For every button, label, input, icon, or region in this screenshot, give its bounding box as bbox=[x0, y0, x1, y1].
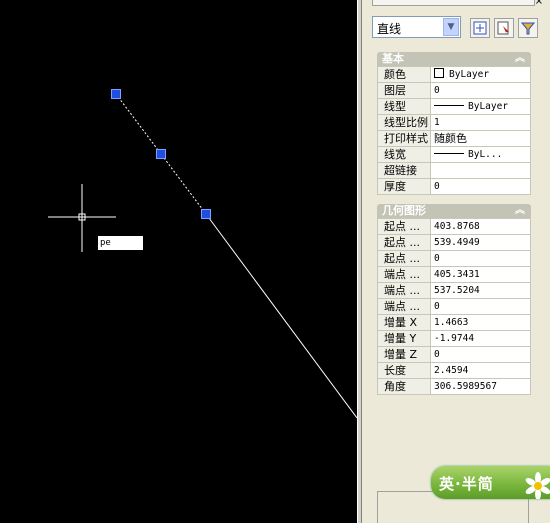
property-name: 长度 bbox=[381, 362, 431, 379]
property-name: 端点 ... bbox=[381, 282, 431, 299]
property-name: 起点 ... bbox=[381, 218, 431, 235]
property-row[interactable]: 角度 306.5989567 bbox=[377, 378, 531, 395]
ime-status-bar[interactable]: 英·半简 bbox=[431, 466, 550, 499]
property-value[interactable]: 306.5989567 bbox=[430, 378, 531, 395]
properties-panel: × 直线 ▼ 基本 ︽ 颜色 ByLayer 图层 0 线型 ByLayer 线型比例… bbox=[362, 0, 550, 523]
property-value[interactable]: 0 bbox=[430, 82, 531, 99]
property-row[interactable]: 端点 ... 0 bbox=[377, 298, 531, 315]
section-title: 几何图形 bbox=[382, 204, 426, 217]
property-name: 起点 ... bbox=[381, 250, 431, 267]
grip-start[interactable] bbox=[111, 89, 121, 99]
property-name: 线型比例 bbox=[381, 114, 431, 131]
property-row[interactable]: 超链接 bbox=[377, 162, 531, 179]
ime-mode-label: 英·半简 bbox=[439, 475, 494, 493]
property-row[interactable]: 增量 Y -1.9744 bbox=[377, 330, 531, 347]
flower-icon bbox=[525, 472, 550, 499]
property-row[interactable]: 长度 2.4594 bbox=[377, 362, 531, 379]
property-row[interactable]: 打印样式 随颜色 bbox=[377, 130, 531, 147]
section-header-general[interactable]: 基本 ︽ bbox=[377, 52, 531, 66]
property-row[interactable]: 增量 Z0 bbox=[377, 346, 531, 363]
select-objects-icon bbox=[497, 21, 509, 35]
pickadd-icon bbox=[473, 21, 487, 35]
property-name: 打印样式 bbox=[381, 130, 431, 147]
property-value[interactable]: 0 bbox=[430, 346, 531, 363]
color-swatch-icon bbox=[434, 67, 444, 78]
property-value-text: ByLayer bbox=[449, 68, 490, 80]
property-row[interactable]: 起点 ... 539.4949 bbox=[377, 234, 531, 251]
property-row[interactable]: 线宽 ByL... bbox=[377, 146, 531, 163]
property-value[interactable] bbox=[430, 162, 531, 179]
collapse-chevron-icon[interactable]: ︽ bbox=[515, 52, 525, 66]
property-name: 起点 ... bbox=[381, 234, 431, 251]
property-value[interactable]: 405.3431 bbox=[430, 266, 531, 283]
property-row[interactable]: 端点 ... 405.3431 bbox=[377, 266, 531, 283]
property-value[interactable]: -1.9744 bbox=[430, 330, 531, 347]
property-value-text: ByLayer bbox=[468, 100, 509, 112]
property-name: 厚度 bbox=[381, 178, 431, 195]
property-name: 颜色 bbox=[381, 66, 431, 83]
property-name: 增量 Z bbox=[381, 346, 431, 363]
property-row[interactable]: 起点 ... 0 bbox=[377, 250, 531, 267]
property-row[interactable]: 厚度 0 bbox=[377, 178, 531, 195]
property-name: 超链接 bbox=[381, 162, 431, 179]
grip-end[interactable] bbox=[201, 209, 211, 219]
property-row[interactable]: 图层 0 bbox=[377, 82, 531, 99]
property-name: 增量 X bbox=[381, 314, 431, 331]
property-value[interactable]: 0 bbox=[430, 178, 531, 195]
property-value[interactable]: ByL... bbox=[430, 146, 531, 163]
property-row[interactable]: 增量 X 1.4663 bbox=[377, 314, 531, 331]
panel-title-bar bbox=[372, 0, 535, 6]
property-value[interactable]: 0 bbox=[430, 250, 531, 267]
property-value[interactable]: ByLayer bbox=[430, 98, 531, 115]
drawing-canvas[interactable]: pe bbox=[0, 0, 357, 523]
property-row[interactable]: 线型比例 1 bbox=[377, 114, 531, 131]
section-header-geometry[interactable]: 几何图形 ︽ bbox=[377, 204, 531, 218]
quick-select-button[interactable] bbox=[518, 18, 538, 38]
dynamic-command-input[interactable]: pe bbox=[98, 236, 143, 250]
collapse-chevron-icon[interactable]: ︽ bbox=[515, 204, 525, 218]
object-type-select[interactable]: 直线 ▼ bbox=[372, 16, 461, 38]
property-value[interactable]: 537.5204 bbox=[430, 282, 531, 299]
grip-mid[interactable] bbox=[156, 149, 166, 159]
property-name: 端点 ... bbox=[381, 298, 431, 315]
toggle-pickadd-button[interactable] bbox=[470, 18, 490, 38]
property-row[interactable]: 端点 ... 537.5204 bbox=[377, 282, 531, 299]
property-name: 端点 ... bbox=[381, 266, 431, 283]
property-row[interactable]: 颜色 ByLayer bbox=[377, 66, 531, 83]
drawing-svg bbox=[48, 93, 357, 419]
property-value[interactable]: 1 bbox=[430, 114, 531, 131]
select-objects-button[interactable] bbox=[494, 18, 514, 38]
filter-icon bbox=[521, 22, 535, 35]
property-name: 增量 Y bbox=[381, 330, 431, 347]
linetype-sample-icon bbox=[434, 104, 464, 106]
property-value[interactable]: 403.8768 bbox=[430, 218, 531, 235]
property-name: 角度 bbox=[381, 378, 431, 395]
property-row[interactable]: 起点 ... 403.8768 bbox=[377, 218, 531, 235]
property-value[interactable]: 随颜色 bbox=[430, 130, 531, 147]
property-value[interactable]: ByLayer bbox=[430, 66, 531, 83]
property-name: 图层 bbox=[381, 82, 431, 99]
property-value[interactable]: 0 bbox=[430, 298, 531, 315]
close-icon[interactable]: × bbox=[533, 0, 545, 7]
general-properties-table: 颜色 ByLayer 图层 0 线型 ByLayer 线型比例 1 打印样式 随颜色 线宽… bbox=[377, 66, 531, 195]
property-row[interactable]: 线型 ByLayer bbox=[377, 98, 531, 115]
line-segment[interactable] bbox=[205, 213, 357, 419]
property-name: 线宽 bbox=[381, 146, 431, 163]
property-value[interactable]: 539.4949 bbox=[430, 234, 531, 251]
lineweight-sample-icon bbox=[434, 152, 464, 154]
property-value[interactable]: 1.4663 bbox=[430, 314, 531, 331]
chevron-down-icon[interactable]: ▼ bbox=[443, 18, 459, 36]
object-type-value: 直线 bbox=[377, 22, 402, 36]
section-geometry: 几何图形 ︽ 起点 ... 403.8768 起点 ... 539.4949 起点 … bbox=[377, 204, 531, 395]
section-title: 基本 bbox=[382, 52, 404, 65]
property-value-text: ByL... bbox=[468, 148, 503, 160]
section-general: 基本 ︽ 颜色 ByLayer 图层 0 线型 ByLayer 线型比例 1 打印样式随… bbox=[377, 52, 531, 195]
geometry-properties-table: 起点 ... 403.8768 起点 ... 539.4949 起点 ... 0 端点… bbox=[377, 218, 531, 395]
property-name: 线型 bbox=[381, 98, 431, 115]
property-value[interactable]: 2.4594 bbox=[430, 362, 531, 379]
